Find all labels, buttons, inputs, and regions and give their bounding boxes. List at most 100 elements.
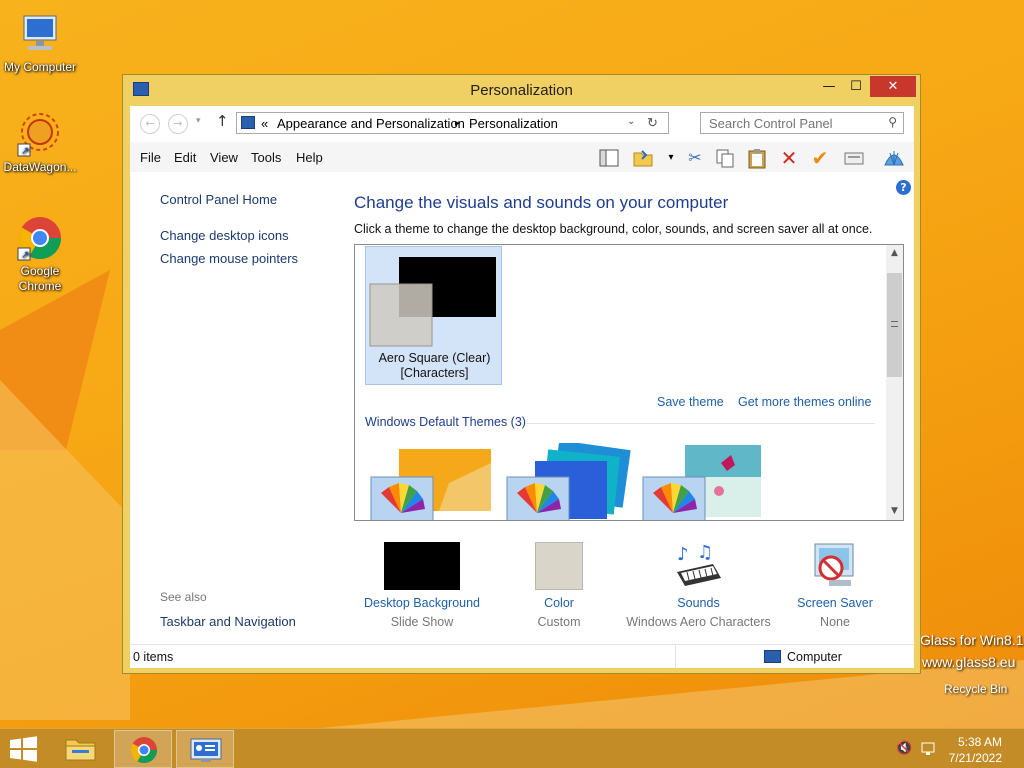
status-divider <box>675 645 676 668</box>
chrome-icon <box>130 737 158 764</box>
minimize-button[interactable]: — <box>816 76 842 97</box>
delete-icon[interactable]: ✕ <box>778 147 800 169</box>
breadcrumb-chevron[interactable]: « <box>261 116 268 131</box>
recent-locations-icon[interactable]: ▾ <box>196 116 201 126</box>
help-icon[interactable]: ? <box>896 180 911 195</box>
back-button[interactable]: ← <box>140 114 160 134</box>
desktop-icon-datawagon[interactable]: ↗ DataWagon... <box>0 110 80 175</box>
theme-name: Aero Square (Clear) [Characters] <box>366 351 503 381</box>
menu-tools[interactable]: Tools <box>251 150 281 165</box>
file-explorer-button[interactable] <box>52 730 110 768</box>
desktop-background-swatch[interactable] <box>384 542 460 590</box>
get-more-themes-link[interactable]: Get more themes online <box>738 395 871 409</box>
color-value: Custom <box>537 615 581 629</box>
control-panel-icon <box>241 116 255 129</box>
properties-icon[interactable] <box>843 147 865 169</box>
chevron-down-icon[interactable]: ▾ <box>660 147 682 169</box>
theme-lines-and-colors[interactable] <box>505 440 633 520</box>
copy-icon[interactable] <box>714 147 736 169</box>
scrollbar-thumb[interactable] <box>887 273 902 377</box>
title-bar[interactable]: Personalization — ☐ ✕ <box>123 75 920 105</box>
color-link[interactable]: Color <box>489 596 629 610</box>
menu-edit[interactable]: Edit <box>174 150 196 165</box>
datawagon-icon: ↗ <box>16 110 64 158</box>
start-button[interactable] <box>0 730 46 768</box>
cut-icon[interactable]: ✂ <box>684 147 706 169</box>
theme-flowers[interactable] <box>641 443 769 520</box>
search-icon[interactable]: ⚲ <box>888 115 897 129</box>
scroll-down-arrow[interactable]: ▼ <box>886 503 903 520</box>
menu-view[interactable]: View <box>210 150 238 165</box>
desktop-background-link[interactable]: Desktop Background <box>352 596 492 610</box>
desktop-background-setting[interactable]: Desktop Background Slide Show <box>352 542 492 629</box>
chevron-down-icon[interactable]: ⌄ <box>627 116 635 127</box>
color-swatch[interactable] <box>535 542 583 590</box>
desktop-icon-label: Google Chrome <box>18 264 62 293</box>
control-panel-home-link[interactable]: Control Panel Home <box>160 192 277 207</box>
color-setting[interactable]: Color Custom <box>489 542 629 629</box>
desktop-icon-label: My Computer <box>3 60 77 74</box>
close-button[interactable]: ✕ <box>870 76 916 97</box>
desktop-icon-my-computer[interactable]: My Computer <box>0 10 80 75</box>
shell-icon[interactable] <box>882 147 904 169</box>
computer-icon <box>16 10 64 58</box>
clock-time: 5:38 AM <box>957 735 1002 749</box>
menu-help[interactable]: Help <box>296 150 323 165</box>
svg-text:♫: ♫ <box>697 542 713 563</box>
volume-muted-icon[interactable]: 🔇 <box>896 741 912 757</box>
screen-saver-setting[interactable]: Screen Saver None <box>765 542 905 629</box>
folder-options-icon[interactable] <box>632 147 654 169</box>
change-desktop-icons-link[interactable]: Change desktop icons <box>160 228 289 243</box>
chrome-taskbar-button[interactable] <box>114 730 172 768</box>
theme-list-scrollbar[interactable]: ▲ ▼ <box>886 245 903 520</box>
address-bar[interactable]: « Appearance and Personalization ▸ Perso… <box>236 112 669 134</box>
desktop-icon-google-chrome[interactable]: ↗ Google Chrome <box>0 214 80 294</box>
search-box[interactable]: ⚲ <box>700 112 904 134</box>
up-arrow-icon[interactable]: ↑ <box>216 112 229 130</box>
system-clock[interactable]: 5:38 AM 7/21/2022 <box>949 734 1002 766</box>
theme-aero-square[interactable]: Aero Square (Clear) [Characters] <box>365 246 502 385</box>
save-theme-link[interactable]: Save theme <box>657 395 724 409</box>
breadcrumb-personalization[interactable]: Personalization <box>469 116 558 131</box>
page-title: Change the visuals and sounds on your co… <box>354 193 729 212</box>
paste-icon[interactable] <box>746 147 768 169</box>
theme-name-line: Aero Square (Clear) <box>378 351 491 365</box>
breadcrumb-separator[interactable]: ▸ <box>455 118 460 129</box>
theme-list: Aero Square (Clear) [Characters] Save th… <box>354 244 904 521</box>
folder-icon <box>65 739 96 761</box>
network-icon[interactable] <box>920 741 938 757</box>
computer-icon <box>764 650 781 663</box>
screen-saver-link[interactable]: Screen Saver <box>765 596 905 610</box>
theme-group-title: Windows Default Themes (3) <box>365 415 526 429</box>
taskbar-navigation-link[interactable]: Taskbar and Navigation <box>160 614 296 629</box>
control-panel-taskbar-button[interactable] <box>176 730 234 768</box>
sounds-setting[interactable]: ♪ ♫ Sounds Windows Aero Characters <box>626 542 771 629</box>
desktop-background-value: Slide Show <box>390 615 454 629</box>
menu-file[interactable]: File <box>140 150 161 165</box>
refresh-icon[interactable]: ↻ <box>647 115 658 131</box>
layout-pane-icon[interactable] <box>598 147 620 169</box>
left-pane: Control Panel Home Change desktop icons … <box>130 172 345 644</box>
status-location: Computer <box>787 650 842 664</box>
breadcrumb-appearance[interactable]: Appearance and Personalization <box>277 116 465 131</box>
desktop-icon-label: DataWagon... <box>3 160 77 174</box>
theme-windows[interactable] <box>369 443 497 520</box>
clock-date: 7/21/2022 <box>948 751 1002 765</box>
change-mouse-pointers-link[interactable]: Change mouse pointers <box>160 251 298 266</box>
screen-saver-icon[interactable] <box>809 542 861 590</box>
menu-bar: File Edit View Tools Help ▾ ✂ ✕ ✔ ? <box>130 142 914 195</box>
svg-text:♪: ♪ <box>677 544 689 565</box>
maximize-button[interactable]: ☐ <box>843 76 869 97</box>
search-input[interactable] <box>701 113 871 133</box>
sounds-icon[interactable]: ♪ ♫ <box>673 542 725 590</box>
sounds-value: Windows Aero Characters <box>626 615 771 629</box>
watermark-line: www.glass8.eu <box>922 654 1016 670</box>
forward-button[interactable]: → <box>168 114 188 134</box>
scroll-up-arrow[interactable]: ▲ <box>886 245 903 262</box>
sounds-link[interactable]: Sounds <box>626 596 771 610</box>
checkmark-icon[interactable]: ✔ <box>809 147 831 169</box>
theme-name-line: [Characters] <box>400 366 469 380</box>
page-description: Click a theme to change the desktop back… <box>354 222 873 236</box>
desktop-icon-recycle-bin[interactable]: Recycle Bin <box>944 682 1007 696</box>
status-bar: 0 items Computer <box>130 644 914 668</box>
